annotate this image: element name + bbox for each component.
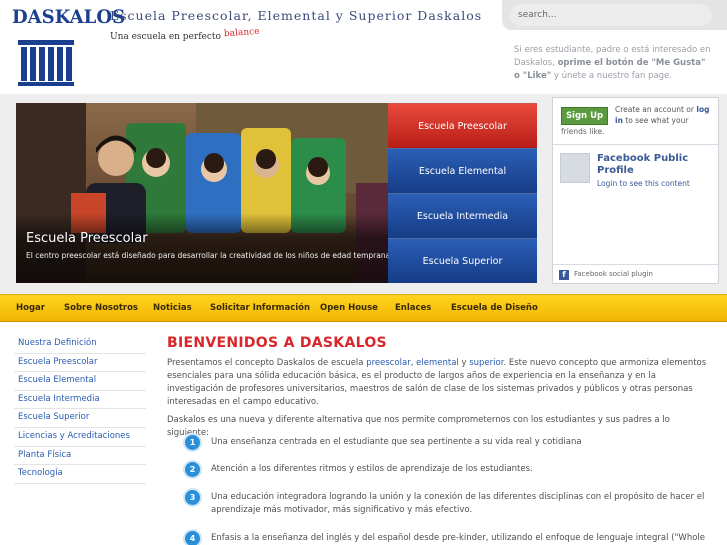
number-badge-icon: 2 bbox=[185, 462, 200, 477]
fan-note-part2: y únete a nuestro fan page. bbox=[553, 71, 672, 81]
facebook-avatar bbox=[560, 153, 590, 183]
facebook-profile-name[interactable]: Facebook Public Profile bbox=[597, 153, 713, 177]
school-button-elemental[interactable]: Escuela Elemental bbox=[388, 148, 537, 193]
facebook-login-content-link[interactable]: Login to see this content bbox=[597, 179, 690, 188]
nav-enlaces[interactable]: Enlaces bbox=[395, 295, 431, 323]
commitment-text: Una enseñanza centrada en el estudiante … bbox=[211, 437, 582, 447]
nav-hogar[interactable]: Hogar bbox=[16, 295, 45, 323]
number-badge-icon: 3 bbox=[185, 490, 200, 505]
nav-solicitar-informacion[interactable]: Solicitar Información bbox=[210, 295, 310, 323]
number-badge-icon: 1 bbox=[185, 435, 200, 450]
intro-text-pre: Presentamos el concepto Daskalos de escu… bbox=[167, 358, 364, 368]
link-preescolar[interactable]: preescolar bbox=[366, 358, 411, 368]
facebook-friends-text: friends like. bbox=[561, 127, 605, 136]
nav-sobre-nosotros[interactable]: Sobre Nosotros bbox=[64, 295, 138, 323]
sidebar-item-tecnologia[interactable]: Tecnología bbox=[14, 465, 146, 484]
sidebar-item-licencias[interactable]: Licencias y Acreditaciones bbox=[14, 428, 146, 447]
facebook-profile: Facebook Public Profile Login to see thi… bbox=[553, 144, 718, 260]
fb-signup-pre: Create an account or bbox=[615, 105, 694, 114]
hero-slideshow[interactable]: Escuela Preescolar El centro preescolar … bbox=[16, 103, 388, 283]
facebook-plugin-text: Facebook social plugin bbox=[574, 270, 653, 278]
commitment-text: Una educación integradora logrando la un… bbox=[211, 492, 705, 515]
fan-page-note: Si eres estudiante, padre o está interes… bbox=[514, 44, 714, 83]
intro-and: y bbox=[461, 358, 467, 368]
school-button-superior[interactable]: Escuela Superior bbox=[388, 238, 537, 283]
link-elemental[interactable]: elemental bbox=[416, 358, 459, 368]
facebook-like-box: Sign Up Create an account or log in to s… bbox=[552, 97, 719, 284]
facebook-signup-button[interactable]: Sign Up bbox=[561, 107, 608, 125]
sidebar-item-planta-fisica[interactable]: Planta Física bbox=[14, 447, 146, 466]
sidebar-item-escuela-elemental[interactable]: Escuela Elemental bbox=[14, 372, 146, 391]
search-input[interactable] bbox=[510, 4, 712, 26]
sidebar-item-escuela-superior[interactable]: Escuela Superior bbox=[14, 409, 146, 428]
link-superior[interactable]: superior bbox=[469, 358, 503, 368]
hero-title: Escuela Preescolar bbox=[26, 231, 148, 246]
logo-columns-icon bbox=[18, 40, 74, 86]
daskalos-logo[interactable]: DASKALOS bbox=[12, 6, 125, 88]
school-selector: Escuela Preescolar Escuela Elemental Esc… bbox=[388, 103, 537, 283]
nav-escuela-de-diseno[interactable]: Escuela de Diseño bbox=[451, 295, 538, 323]
facebook-icon: f bbox=[559, 270, 569, 280]
number-badge-icon: 4 bbox=[185, 531, 200, 545]
tagline-accent: balance bbox=[223, 26, 260, 40]
commitment-text: Enfasis a la enseñanza del inglés y del … bbox=[211, 533, 706, 543]
sidebar-item-escuela-preescolar[interactable]: Escuela Preescolar bbox=[14, 354, 146, 373]
page-title: BIENVENIDOS A DASKALOS bbox=[167, 335, 387, 351]
nav-open-house[interactable]: Open House bbox=[320, 295, 378, 323]
hero-caption: El centro preescolar está diseñado para … bbox=[26, 251, 388, 260]
nav-noticias[interactable]: Noticias bbox=[153, 295, 192, 323]
fb-signup-post: to see what your bbox=[625, 115, 689, 125]
logo-wordmark: DASKALOS bbox=[12, 6, 126, 28]
search-bar bbox=[502, 0, 727, 30]
commitment-text: Atención a los diferentes ritmos y estil… bbox=[211, 464, 533, 474]
sidebar-item-nuestra-definicion[interactable]: Nuestra Definición bbox=[14, 335, 146, 354]
facebook-signup-text: Create an account or log in to see what … bbox=[615, 105, 715, 126]
main-navigation: Hogar Sobre Nosotros Noticias Solicitar … bbox=[0, 294, 727, 322]
sidebar-item-escuela-intermedia[interactable]: Escuela Intermedia bbox=[14, 391, 146, 410]
facebook-plugin-footer: f Facebook social plugin bbox=[553, 264, 718, 283]
tagline-text: Una escuela en perfecto bbox=[110, 32, 221, 42]
intro-paragraph: Presentamos el concepto Daskalos de escu… bbox=[167, 358, 707, 407]
site-title: Escuela Preescolar, Elemental y Superior… bbox=[110, 8, 483, 23]
site-tagline: Una escuela en perfecto balance bbox=[110, 27, 260, 42]
school-button-intermedia[interactable]: Escuela Intermedia bbox=[388, 193, 537, 238]
school-button-preescolar[interactable]: Escuela Preescolar bbox=[388, 103, 537, 148]
hero-caption-overlay bbox=[16, 213, 388, 283]
